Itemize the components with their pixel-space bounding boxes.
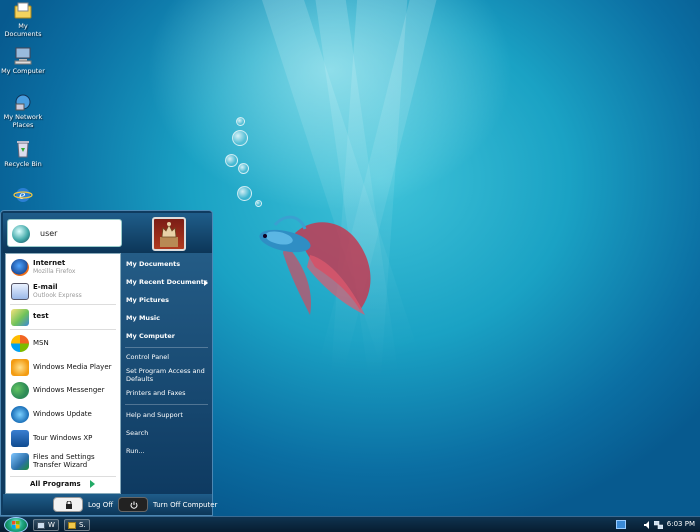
recent-item-label: Windows Update [33,410,92,418]
menu-item-printers-faxes[interactable]: Printers and Faxes [126,389,186,397]
start-menu-header: user [3,213,212,253]
language-bar-icon[interactable] [616,520,626,529]
windows-update-icon [11,406,29,423]
recent-item-messenger[interactable]: Windows Messenger [8,380,118,400]
desktop: My Documents My Computer My Network Plac… [0,0,700,532]
desktop-icon-internet-explorer[interactable]: e [0,186,46,206]
my-computer-icon [13,47,33,65]
windows-logo-icon [12,521,20,529]
desktop-icon-my-computer[interactable]: My Computer [0,47,46,75]
window-icon [37,522,45,529]
menu-item-set-program-access[interactable]: Set Program Access and Defaults [126,367,208,383]
bubble [236,117,245,126]
msn-icon [11,335,29,352]
pinned-item-title: Internet [33,259,66,267]
menu-item-my-recent-documents[interactable]: My Recent Documents [126,278,208,286]
transfer-wizard-icon [11,453,29,470]
submenu-arrow-icon [204,280,208,286]
folder-icon [68,522,76,529]
start-menu: user Internet Mozilla Firefox E-mail Out… [0,210,217,516]
clock[interactable]: 6:03 PM [667,520,695,528]
my-network-places-icon [13,93,33,111]
recent-item-windows-update[interactable]: Windows Update [8,404,118,424]
outlook-express-icon [11,283,29,300]
desktop-icon-my-documents[interactable]: My Documents [0,2,46,38]
user-name-box[interactable]: user [7,219,122,247]
media-player-icon [11,359,29,376]
taskbar-button-label: W [48,521,55,529]
taskbar: W S. 6:03 PM [0,516,700,532]
all-programs-button[interactable]: All Programs [30,480,81,488]
menu-item-my-music[interactable]: My Music [126,314,160,322]
desktop-icon-recycle-bin[interactable]: Recycle Bin [0,140,46,168]
desktop-icon-label: My Documents [4,22,42,38]
svg-text:e: e [19,189,26,202]
recent-item-label: Windows Media Player [33,363,112,371]
taskbar-button-label: S. [79,521,86,529]
system-tray: 6:03 PM [636,517,700,532]
start-menu-places-pane: My Documents My Recent Documents My Pict… [121,253,212,494]
taskbar-button-folder[interactable]: S. [64,519,90,531]
menu-item-my-documents[interactable]: My Documents [126,260,180,268]
pinned-item-title: E-mail [33,283,58,291]
pinned-item-internet[interactable]: Internet Mozilla Firefox [8,257,118,277]
recent-item-label: MSN [33,339,49,347]
recent-item-label: Tour Windows XP [33,434,93,442]
arrow-right-icon [90,480,95,488]
bubble [238,163,249,174]
pinned-item-subtitle: Mozilla Firefox [33,268,76,275]
separator [10,476,116,477]
recent-item-media-player[interactable]: Windows Media Player [8,357,118,377]
bubble [225,154,238,167]
menu-item-my-pictures[interactable]: My Pictures [126,296,169,304]
recent-item-tour[interactable]: Tour Windows XP [8,428,118,448]
recent-item-msn[interactable]: MSN [8,333,118,353]
start-menu-footer: Log Off Turn Off Computer [3,494,217,515]
taskbar-button-window[interactable]: W [33,519,59,531]
internet-explorer-icon: e [13,186,33,204]
menu-item-run[interactable]: Run... [126,447,145,455]
pinned-item-subtitle: Outlook Express [33,292,82,299]
user-name: user [40,229,58,238]
user-picture[interactable] [152,217,186,251]
recent-item-label: Windows Messenger [33,386,105,394]
separator [10,329,116,330]
separator [10,304,116,305]
recent-item-transfer-wizard[interactable]: Files and Settings Transfer Wizard [8,451,118,475]
menu-item-my-computer[interactable]: My Computer [126,332,175,340]
start-button[interactable] [4,517,28,532]
menu-item-control-panel[interactable]: Control Panel [126,353,169,361]
tour-icon [11,430,29,447]
menu-item-help-support[interactable]: Help and Support [126,411,183,419]
betta-fish-illustration [255,205,385,325]
messenger-icon [11,382,29,399]
bubble [237,186,252,201]
log-off-label: Log Off [88,501,114,509]
separator [125,347,208,348]
network-icon[interactable] [653,520,664,530]
firefox-icon [11,259,29,276]
my-documents-icon [13,2,33,20]
recent-item-label: Files and Settings Transfer Wizard [33,453,95,469]
recent-item-test[interactable]: test [8,307,118,327]
paint-icon [11,309,29,326]
desktop-icon-label: Recycle Bin [4,160,42,168]
lock-icon [53,497,83,512]
power-icon [118,497,148,512]
recent-item-label: test [33,312,49,320]
user-avatar-icon [12,225,30,243]
recycle-bin-icon [13,140,33,158]
separator [125,404,208,405]
menu-item-search[interactable]: Search [126,429,148,437]
desktop-icon-label: My Network Places [3,113,43,129]
start-menu-programs-pane: Internet Mozilla Firefox E-mail Outlook … [5,253,121,494]
desktop-icon-my-network-places[interactable]: My Network Places [0,93,46,129]
turn-off-label: Turn Off Computer [153,501,218,509]
volume-icon[interactable] [644,521,652,529]
desktop-icon-label: My Computer [1,67,45,75]
bubble [232,130,248,146]
pinned-item-email[interactable]: E-mail Outlook Express [8,281,118,301]
